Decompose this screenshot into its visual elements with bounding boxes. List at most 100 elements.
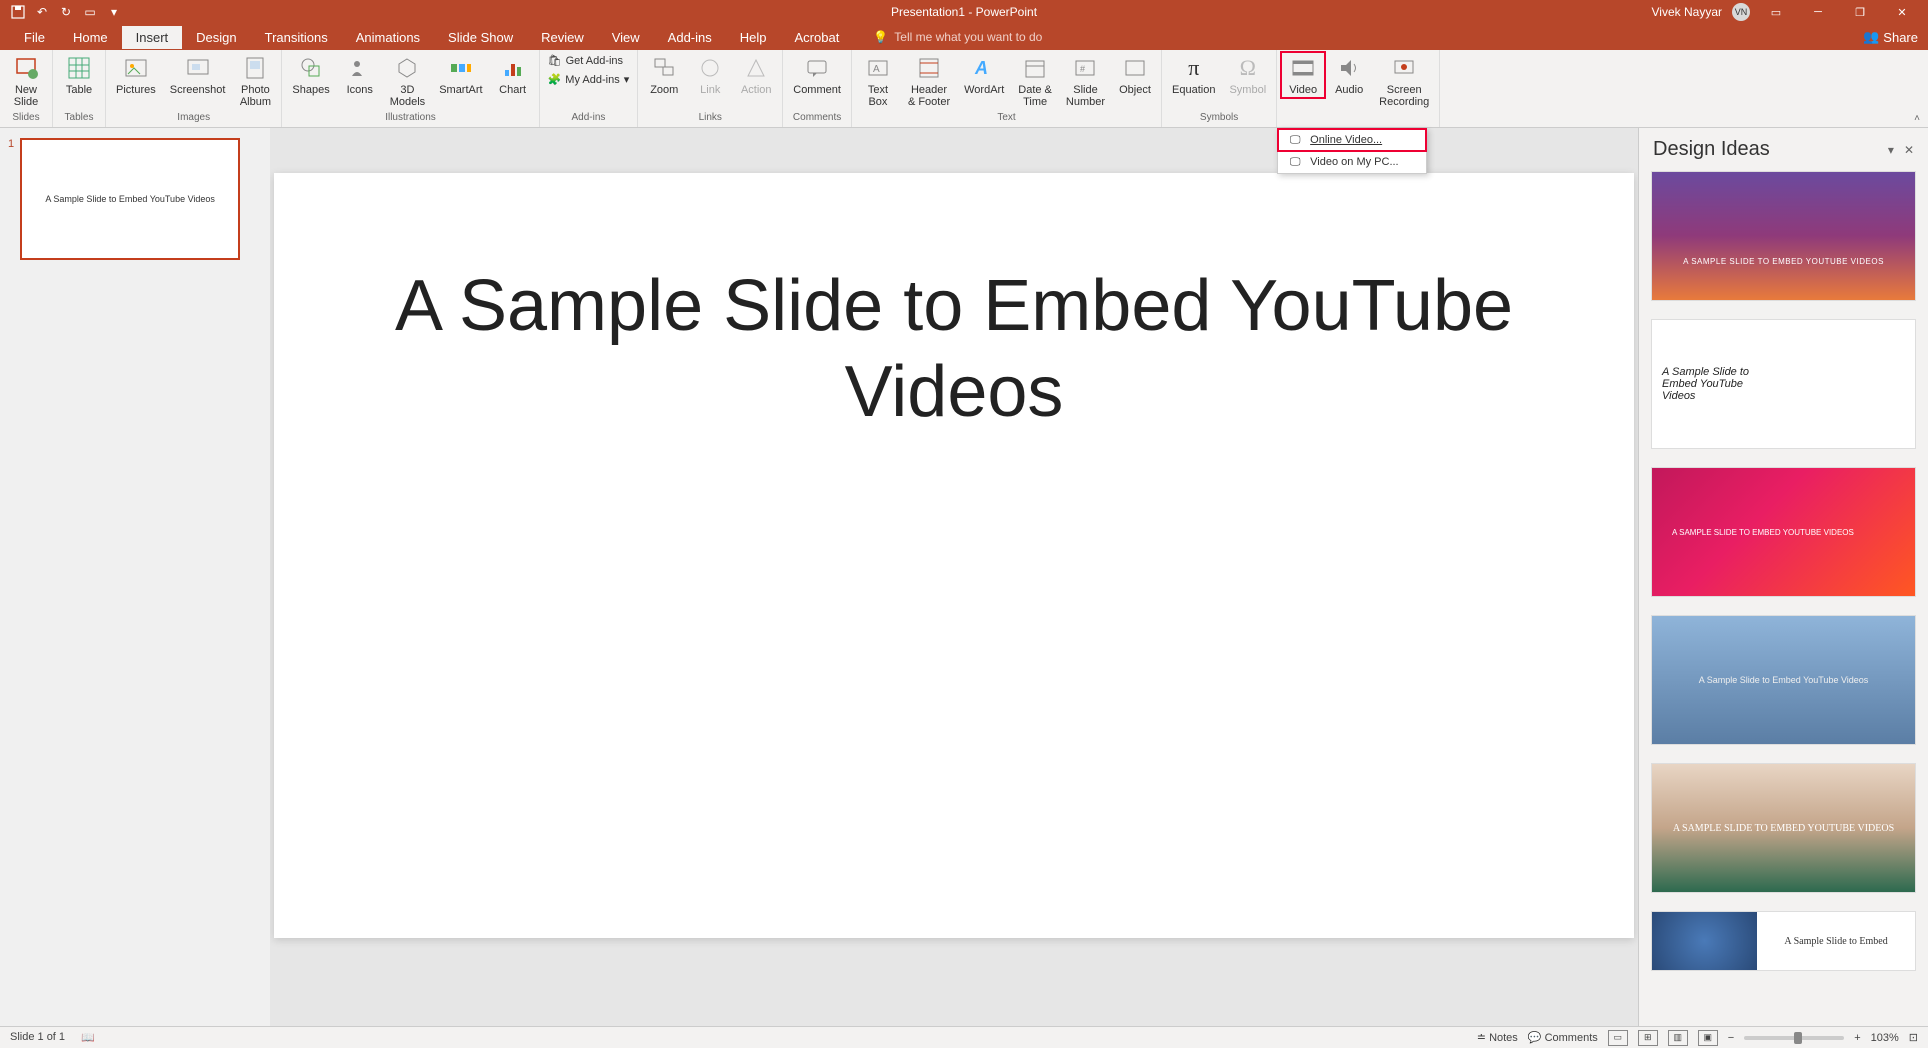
tab-insert[interactable]: Insert: [122, 26, 183, 49]
group-images: Pictures Screenshot Photo Album Images: [106, 50, 282, 127]
slide-title-text[interactable]: A Sample Slide to Embed YouTube Videos: [342, 263, 1566, 436]
minimize-icon[interactable]: ─: [1802, 0, 1834, 24]
user-name[interactable]: Vivek Nayyar: [1652, 5, 1722, 19]
date-time-icon: [1021, 54, 1049, 82]
store-icon: 🛍: [548, 54, 562, 67]
audio-button[interactable]: Audio: [1327, 52, 1371, 98]
video-on-pc-item[interactable]: 🖵 Video on My PC...: [1278, 151, 1426, 173]
avatar[interactable]: VN: [1732, 3, 1750, 21]
online-video-item[interactable]: 🖵 Online Video...: [1278, 129, 1426, 151]
thumbnail-title: A Sample Slide to Embed YouTube Videos: [45, 194, 215, 204]
wordart-button[interactable]: AWordArt: [958, 52, 1010, 98]
panel-close-icon[interactable]: ✕: [1904, 143, 1914, 157]
date-time-button[interactable]: Date & Time: [1012, 52, 1058, 110]
3d-models-button[interactable]: 3D Models: [384, 52, 431, 110]
get-addins-button[interactable]: 🛍 Get Add-ins: [544, 52, 634, 69]
share-label: Share: [1883, 30, 1918, 45]
group-illustrations-label: Illustrations: [286, 110, 534, 125]
shapes-button[interactable]: Shapes: [286, 52, 335, 98]
zoom-level[interactable]: 103%: [1871, 1032, 1899, 1044]
slide-thumbnails-panel[interactable]: 1 A Sample Slide to Embed YouTube Videos: [0, 128, 270, 1026]
lightbulb-icon: 💡: [873, 30, 888, 44]
tab-design[interactable]: Design: [182, 26, 250, 49]
qat-more-icon[interactable]: ▾: [106, 4, 122, 20]
tab-file[interactable]: File: [10, 26, 59, 49]
pictures-button[interactable]: Pictures: [110, 52, 162, 98]
design-idea-1[interactable]: A SAMPLE SLIDE TO EMBED YOUTUBE VIDEOS: [1651, 171, 1916, 301]
smartart-icon: [447, 54, 475, 82]
zoom-in-button[interactable]: +: [1854, 1032, 1860, 1044]
collapse-ribbon-icon[interactable]: ˄: [1914, 113, 1920, 124]
icons-button[interactable]: Icons: [338, 52, 382, 98]
tab-animations[interactable]: Animations: [342, 26, 434, 49]
photo-album-icon: [241, 54, 269, 82]
design-idea-6[interactable]: A Sample Slide to Embed: [1651, 911, 1916, 971]
present-icon[interactable]: ▭: [82, 4, 98, 20]
design-idea-6-text: A Sample Slide to Embed: [1757, 928, 1915, 955]
new-slide-button[interactable]: New Slide: [4, 52, 48, 110]
design-ideas-list[interactable]: A SAMPLE SLIDE TO EMBED YOUTUBE VIDEOS A…: [1639, 171, 1928, 1026]
spellcheck-icon[interactable]: 📖: [81, 1031, 95, 1044]
share-button[interactable]: 👥 Share: [1863, 29, 1918, 45]
equation-button[interactable]: πEquation: [1166, 52, 1221, 98]
get-addins-label: Get Add-ins: [566, 55, 623, 67]
reading-view-button[interactable]: ▥: [1668, 1030, 1688, 1046]
screenshot-button[interactable]: Screenshot: [164, 52, 232, 98]
tab-addins[interactable]: Add-ins: [654, 26, 726, 49]
comments-button[interactable]: 💬 Comments: [1528, 1031, 1598, 1044]
header-footer-button[interactable]: Header & Footer: [902, 52, 956, 110]
undo-icon[interactable]: ↶: [34, 4, 50, 20]
slide-canvas-area[interactable]: A Sample Slide to Embed YouTube Videos: [270, 128, 1638, 1026]
design-idea-4[interactable]: A Sample Slide to Embed YouTube Videos: [1651, 615, 1916, 745]
object-button[interactable]: Object: [1113, 52, 1157, 98]
slide-counter[interactable]: Slide 1 of 1: [10, 1031, 65, 1044]
notes-button[interactable]: ≐ Notes: [1477, 1031, 1518, 1044]
tab-help[interactable]: Help: [726, 26, 781, 49]
smartart-button[interactable]: SmartArt: [433, 52, 488, 98]
tab-home[interactable]: Home: [59, 26, 122, 49]
text-box-button[interactable]: AText Box: [856, 52, 900, 110]
maximize-icon[interactable]: ❐: [1844, 0, 1876, 24]
symbol-button[interactable]: ΩSymbol: [1223, 52, 1272, 98]
comment-button[interactable]: Comment: [787, 52, 847, 98]
slide-number-button[interactable]: #Slide Number: [1060, 52, 1111, 110]
sorter-view-button[interactable]: ⊞: [1638, 1030, 1658, 1046]
slideshow-view-button[interactable]: ▣: [1698, 1030, 1718, 1046]
normal-view-button[interactable]: ▭: [1608, 1030, 1628, 1046]
link-button[interactable]: Link: [688, 52, 732, 98]
panel-menu-icon[interactable]: ▾: [1888, 143, 1894, 157]
design-idea-5[interactable]: A SAMPLE SLIDE TO EMBED YOUTUBE VIDEOS: [1651, 763, 1916, 893]
screenshot-label: Screenshot: [170, 84, 226, 96]
action-button[interactable]: Action: [734, 52, 778, 98]
save-icon[interactable]: [10, 4, 26, 20]
tab-view[interactable]: View: [598, 26, 654, 49]
chart-button[interactable]: Chart: [491, 52, 535, 98]
chart-label: Chart: [499, 84, 526, 96]
slide-thumbnail-1[interactable]: A Sample Slide to Embed YouTube Videos: [20, 138, 240, 260]
fit-to-window-button[interactable]: ⊡: [1909, 1031, 1918, 1044]
design-idea-2[interactable]: A Sample Slide to Embed YouTube Videos: [1651, 319, 1916, 449]
equation-icon: π: [1180, 54, 1208, 82]
video-button[interactable]: Video: [1281, 52, 1325, 98]
ribbon-display-icon[interactable]: ▭: [1760, 0, 1792, 24]
design-idea-3[interactable]: A SAMPLE SLIDE TO EMBED YOUTUBE VIDEOS: [1651, 467, 1916, 597]
smartart-label: SmartArt: [439, 84, 482, 96]
zoom-slider[interactable]: [1744, 1036, 1844, 1040]
tab-slideshow[interactable]: Slide Show: [434, 26, 527, 49]
my-addins-button[interactable]: 🧩My Add-ins ▾: [544, 71, 634, 88]
slide-canvas[interactable]: A Sample Slide to Embed YouTube Videos: [274, 173, 1634, 938]
tab-acrobat[interactable]: Acrobat: [781, 26, 854, 49]
zoom-out-button[interactable]: −: [1728, 1032, 1734, 1044]
object-icon: [1121, 54, 1149, 82]
zoom-button[interactable]: Zoom: [642, 52, 686, 98]
tab-review[interactable]: Review: [527, 26, 598, 49]
screen-recording-button[interactable]: Screen Recording: [1373, 52, 1435, 110]
tell-me-search[interactable]: 💡 Tell me what you want to do: [873, 30, 1042, 44]
tab-transitions[interactable]: Transitions: [251, 26, 342, 49]
zoom-handle[interactable]: [1794, 1032, 1802, 1044]
photo-album-button[interactable]: Photo Album: [233, 52, 277, 110]
table-button[interactable]: Table: [57, 52, 101, 98]
symbol-icon: Ω: [1234, 54, 1262, 82]
redo-icon[interactable]: ↻: [58, 4, 74, 20]
close-icon[interactable]: ✕: [1886, 0, 1918, 24]
